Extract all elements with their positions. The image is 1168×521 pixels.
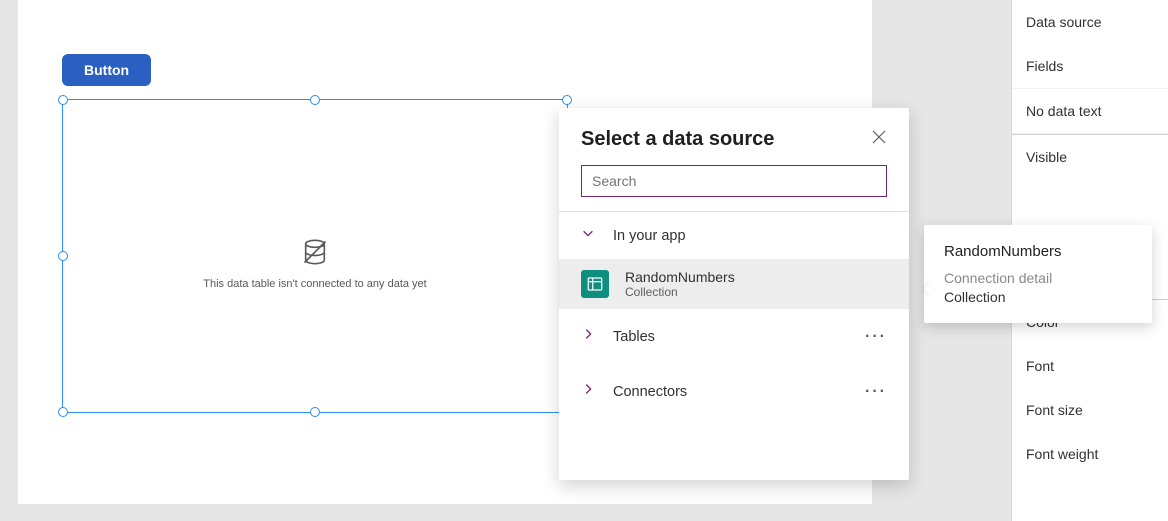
- prop-no-data-text[interactable]: No data text: [1012, 89, 1168, 134]
- section-label: In your app: [613, 228, 686, 244]
- datasource-name: RandomNumbers: [625, 269, 735, 285]
- more-icon[interactable]: ···: [865, 383, 887, 401]
- datatable-empty: This data table isn't connected to any d…: [63, 238, 567, 290]
- datasource-tooltip: RandomNumbers Connection detail Collecti…: [924, 225, 1152, 323]
- section-in-your-app[interactable]: In your app: [559, 212, 909, 259]
- tooltip-title: RandomNumbers: [944, 243, 1132, 260]
- resize-handle[interactable]: [310, 95, 320, 105]
- prop-font-weight[interactable]: Font weight: [1012, 432, 1168, 476]
- prop-font-size[interactable]: Font size: [1012, 388, 1168, 432]
- chevron-right-icon: [581, 327, 595, 346]
- datatable-selection[interactable]: This data table isn't connected to any d…: [62, 99, 568, 413]
- more-icon[interactable]: ···: [865, 328, 887, 346]
- section-connectors[interactable]: Connectors ···: [559, 364, 909, 419]
- resize-handle[interactable]: [58, 407, 68, 417]
- tooltip-value: Collection: [944, 289, 1132, 305]
- tooltip-label: Connection detail: [944, 270, 1132, 286]
- resize-handle[interactable]: [58, 95, 68, 105]
- section-label: Connectors: [613, 384, 687, 400]
- prop-visible[interactable]: Visible: [1012, 135, 1168, 179]
- button-control[interactable]: Button: [62, 54, 151, 86]
- resize-handle[interactable]: [310, 407, 320, 417]
- prop-fields[interactable]: Fields: [1012, 44, 1168, 89]
- datasource-item-randomnumbers[interactable]: RandomNumbers Collection: [559, 259, 909, 309]
- select-data-source-flyout: Select a data source In your app RandomN…: [559, 108, 909, 480]
- section-label: Tables: [613, 329, 655, 345]
- database-icon: [301, 238, 329, 266]
- chevron-right-icon: [581, 382, 595, 401]
- search-input[interactable]: [581, 165, 887, 197]
- close-icon[interactable]: [871, 129, 887, 150]
- resize-handle[interactable]: [562, 95, 572, 105]
- flyout-title: Select a data source: [581, 128, 774, 151]
- empty-message: This data table isn't connected to any d…: [63, 278, 567, 290]
- prop-font[interactable]: Font: [1012, 344, 1168, 388]
- collection-icon: [581, 270, 609, 298]
- section-tables[interactable]: Tables ···: [559, 309, 909, 364]
- datasource-sub: Collection: [625, 285, 735, 299]
- prop-data-source[interactable]: Data source: [1012, 0, 1168, 44]
- chevron-down-icon: [581, 226, 595, 245]
